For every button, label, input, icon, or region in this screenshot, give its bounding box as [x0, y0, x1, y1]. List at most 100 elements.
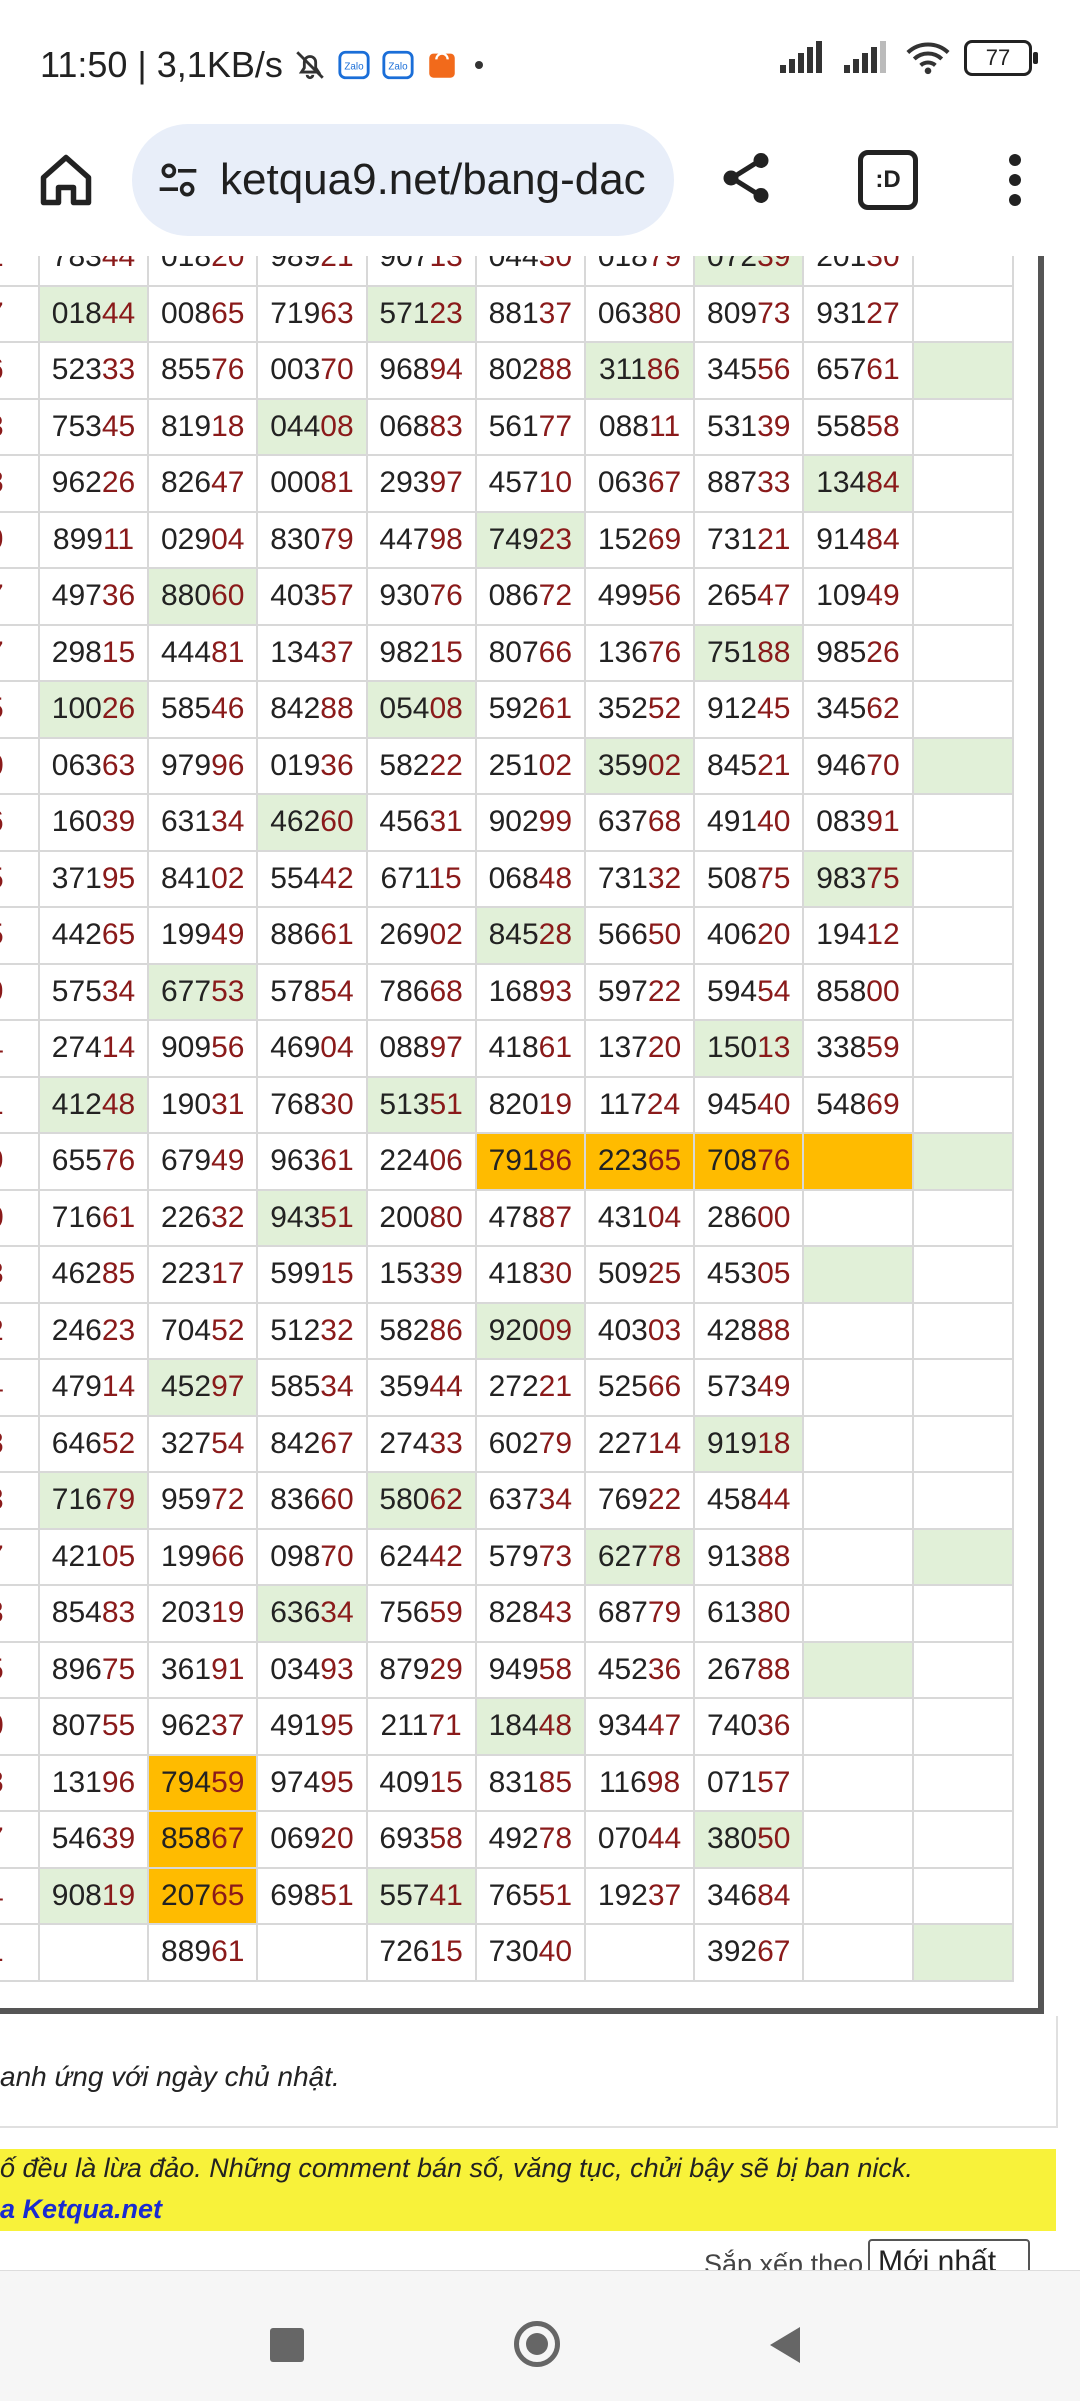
table-cell: 21171	[365, 1697, 477, 1756]
cell-tail-digits: 79	[538, 1426, 573, 1460]
cell-prefix: 582	[379, 1313, 430, 1347]
table-cell	[802, 1358, 914, 1417]
table-cell: 05408	[365, 680, 477, 739]
cell-tail-digits: 81	[320, 466, 354, 500]
table-cell: 44265	[37, 906, 150, 965]
table-cell	[911, 1019, 1015, 1078]
cell-tail-digits: 15	[429, 635, 463, 669]
svg-text:Zalo: Zalo	[344, 61, 364, 72]
table-cell: 49278	[474, 1810, 586, 1869]
table-cell: 41248	[37, 1075, 150, 1134]
home-nav-icon[interactable]	[514, 2321, 560, 2367]
cell-prefix: 982	[379, 635, 430, 669]
warning-signature: a Ketqua.net	[0, 2194, 163, 2224]
cell-prefix: 687	[597, 1596, 648, 1630]
table-cell: 45297	[147, 1358, 259, 1417]
cell-prefix: 585	[270, 1370, 321, 1404]
address-bar[interactable]: ketqua9.net/bang-dac	[132, 124, 674, 236]
table-cell: 84521	[693, 736, 805, 795]
cell-tail-digits: 22	[429, 748, 463, 782]
cell-prefix: 136	[597, 635, 648, 669]
table-row: 2006363979960193658222251023590284521946…	[0, 736, 1015, 795]
table-cell: 43	[0, 397, 40, 456]
table-cell	[802, 1132, 914, 1191]
cell-tail-digits: 42	[320, 861, 354, 895]
table-cell: 44798	[365, 510, 477, 569]
cell-tail-digits: 47	[211, 466, 245, 500]
table-cell: 87929	[365, 1640, 477, 1699]
home-icon[interactable]	[36, 150, 96, 210]
cell-tail-digits: 91	[211, 1652, 245, 1686]
cell-tail-digits: 30	[320, 1087, 354, 1121]
table-cell: 52566	[583, 1358, 696, 1417]
share-icon[interactable]	[716, 148, 776, 208]
status-time-speed: 11:50 | 3,1KB/s	[40, 44, 283, 85]
table-cell: 61380	[693, 1584, 805, 1643]
back-icon[interactable]	[770, 2327, 800, 2363]
shopee-icon	[429, 52, 455, 78]
table-cell: 07239	[693, 256, 805, 287]
cell-prefix: 679	[161, 1144, 212, 1178]
cell-prefix: 137	[597, 1031, 648, 1065]
table-cell: 26902	[365, 906, 477, 965]
cell-tail-digits: 83	[101, 1596, 136, 1630]
cell-tail-digits: 77	[0, 297, 4, 330]
table-cell: 46285	[37, 1245, 150, 1304]
cell-tail-digits: 30	[0, 1709, 4, 1742]
url-text: ketqua9.net/bang-dac	[220, 155, 646, 204]
cell-tail-digits: 34	[320, 1370, 354, 1404]
cell-prefix: 819	[161, 409, 212, 443]
table-cell: 78668	[365, 962, 477, 1021]
cell-prefix: 479	[51, 1370, 102, 1404]
cell-prefix: 914	[816, 522, 867, 556]
cell-prefix: 637	[597, 805, 648, 839]
table-cell: 28600	[693, 1188, 805, 1247]
cell-prefix: 072	[707, 256, 758, 274]
cell-tail-digits: 09	[538, 1313, 573, 1347]
cell-tail-digits: 56	[757, 353, 791, 387]
cell-prefix: 246	[51, 1313, 102, 1347]
cell-tail-digits: 57	[757, 1765, 791, 1799]
cell-prefix: 909	[161, 1031, 212, 1065]
cell-prefix: 452	[161, 1370, 212, 1404]
cell-prefix: 199	[161, 918, 212, 952]
cell-tail-digits: 14	[647, 1426, 682, 1460]
sort-select[interactable]: Mới nhất	[868, 2239, 1030, 2270]
cell-tail-digits: 45	[757, 692, 791, 726]
table-cell: 90299	[474, 793, 586, 852]
cell-tail-digits: 75	[866, 861, 900, 895]
table-cell: 92	[0, 1301, 40, 1360]
table-cell: 34556	[693, 341, 805, 400]
table-cell: 52333	[37, 341, 150, 400]
cell-prefix: 719	[270, 296, 321, 330]
cell-prefix: 192	[597, 1878, 648, 1912]
sort-label: Sắp xếp theo	[704, 2249, 864, 2270]
table-cell: 84102	[147, 849, 259, 908]
cell-prefix: 756	[379, 1596, 430, 1630]
browser-toolbar: ketqua9.net/bang-dac :D	[0, 120, 1080, 257]
table-cell: 03	[0, 1245, 40, 1304]
cell-prefix: 930	[379, 579, 430, 613]
table-cell	[37, 1923, 150, 1982]
table-cell: 27414	[37, 1019, 150, 1078]
cell-tail-digits: 54	[320, 974, 354, 1008]
cell-prefix: 478	[488, 1200, 539, 1234]
table-cell: 19031	[147, 1075, 259, 1134]
site-settings-icon[interactable]	[156, 158, 200, 202]
cell-tail-digits: 66	[538, 635, 573, 669]
tabs-button[interactable]: :D	[858, 150, 918, 210]
cell-prefix: 018	[597, 256, 648, 274]
table-cell: 38050	[693, 1810, 805, 1869]
cell-prefix: 881	[488, 296, 539, 330]
table-cell	[911, 1866, 1015, 1925]
table-cell: 65	[0, 1640, 40, 1699]
recents-icon[interactable]	[270, 2328, 304, 2362]
table-cell: 59722	[583, 962, 696, 1021]
table-cell	[911, 1527, 1015, 1586]
cell-prefix: 346	[707, 1878, 758, 1912]
table-row: 7071661226329435120080478874310428600	[0, 1188, 1015, 1247]
cell-tail-digits: 32	[320, 1313, 354, 1347]
table-cell: 71963	[256, 284, 368, 343]
more-menu-icon[interactable]	[1000, 150, 1030, 210]
cell-tail-digits: 76	[0, 805, 4, 838]
